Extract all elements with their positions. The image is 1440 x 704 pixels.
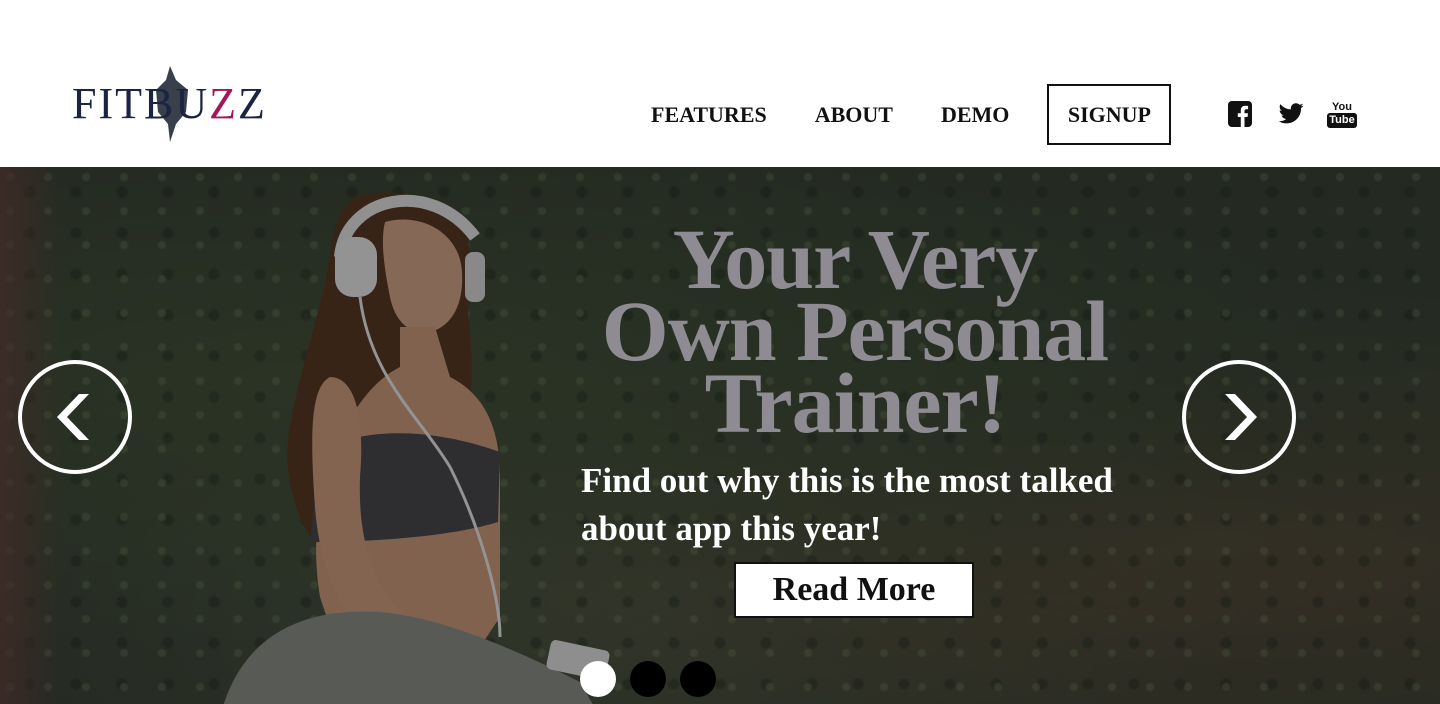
chevron-right-icon <box>1225 394 1257 440</box>
nav-about[interactable]: ABOUT <box>815 103 893 126</box>
signup-button[interactable]: SIGNUP <box>1047 84 1172 145</box>
hero-headline: Your Very Own Personal Trainer! <box>560 216 1150 446</box>
carousel-dot-2[interactable] <box>630 661 666 697</box>
main-nav: FEATURES ABOUT DEMO SIGNUP <box>630 84 1172 145</box>
carousel-dot-3[interactable] <box>680 661 716 697</box>
carousel-prev-button[interactable] <box>18 360 132 474</box>
hero-carousel: Your Very Own Personal Trainer! Find out… <box>0 167 1440 704</box>
logo[interactable]: FITBUZZ <box>70 62 280 146</box>
nav-features[interactable]: FEATURES <box>651 103 767 126</box>
youtube-icon[interactable]: You Tube <box>1327 100 1357 128</box>
chevron-left-icon <box>57 394 89 440</box>
social-links: You Tube <box>1226 100 1379 128</box>
hero-subtext: Find out why this is the most talked abo… <box>581 461 1113 548</box>
nav-demo[interactable]: DEMO <box>941 103 1009 126</box>
carousel-next-button[interactable] <box>1182 360 1296 474</box>
facebook-icon[interactable] <box>1226 100 1254 128</box>
carousel-dot-1[interactable] <box>580 661 616 697</box>
site-header: FITBUZZ FEATURES ABOUT DEMO SIGNUP You T… <box>0 0 1440 167</box>
headline-line-3: Trainer! <box>704 355 1007 451</box>
read-more-button[interactable]: Read More <box>734 562 974 618</box>
twitter-icon[interactable] <box>1277 100 1305 128</box>
carousel-indicators <box>580 661 730 697</box>
logo-wordmark: FITBUZZ <box>72 79 267 128</box>
